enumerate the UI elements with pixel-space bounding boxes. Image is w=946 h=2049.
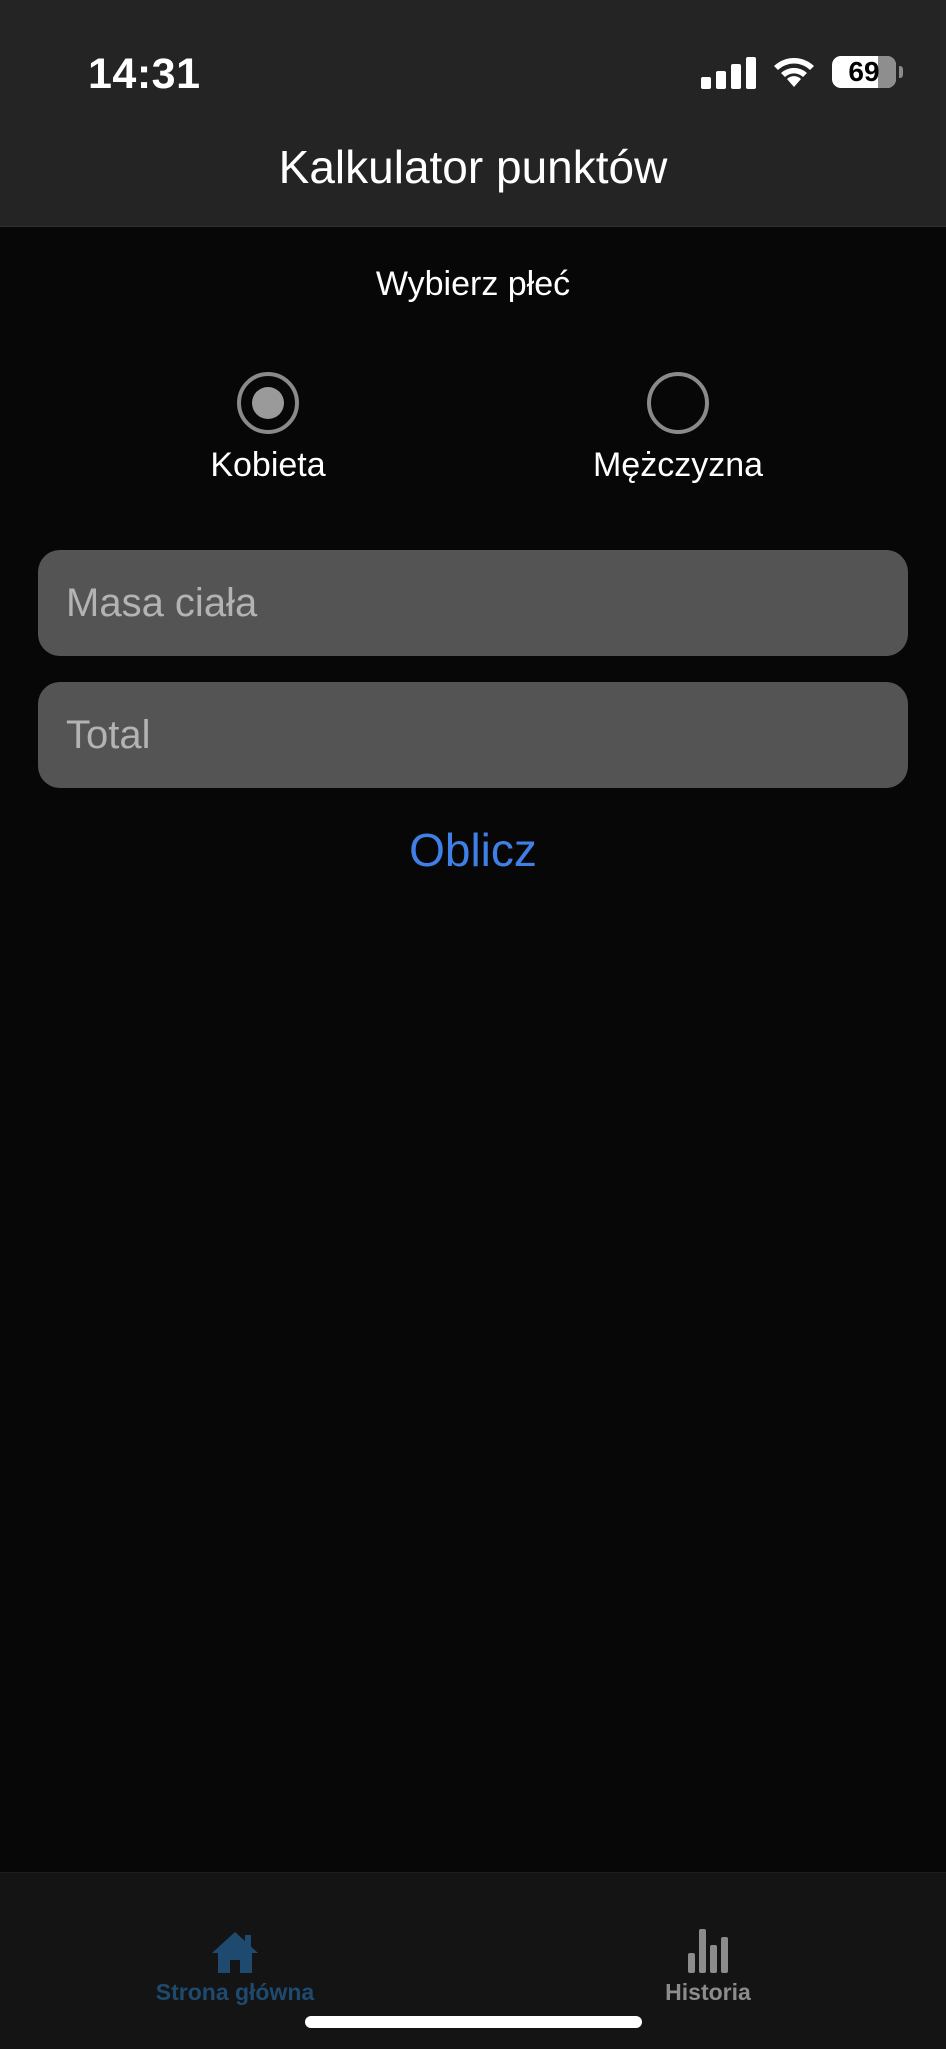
status-icons: 69 <box>701 52 903 92</box>
radio-male-label: Mężczyzna <box>592 446 764 484</box>
home-icon <box>85 1923 385 1975</box>
tab-home[interactable]: Strona główna <box>85 1923 385 2006</box>
home-indicator <box>305 2016 642 2028</box>
radio-female-label: Kobieta <box>210 446 326 484</box>
status-time: 14:31 <box>88 50 201 98</box>
calculate-button[interactable]: Oblicz <box>0 822 946 878</box>
gender-label: Wybierz płeć <box>375 265 571 303</box>
bar-chart-icon <box>558 1923 858 1975</box>
tab-home-label: Strona główna <box>155 1979 315 2005</box>
signal-icon <box>701 55 756 89</box>
battery-icon: 69 <box>832 56 903 88</box>
radio-male[interactable]: Mężczyzna <box>558 372 798 485</box>
body-mass-input[interactable] <box>38 550 908 656</box>
page-title: Kalkulator punktów <box>278 141 668 193</box>
radio-female-circle[interactable] <box>237 372 299 434</box>
wifi-icon <box>774 58 814 87</box>
battery-level: 69 <box>848 56 880 87</box>
radio-female[interactable]: Kobieta <box>148 372 388 485</box>
radio-male-circle[interactable] <box>647 372 709 434</box>
tab-history-label: Historia <box>665 1979 751 2005</box>
radio-selected-dot <box>252 387 284 419</box>
tab-history[interactable]: Historia <box>558 1923 858 2006</box>
total-input[interactable] <box>38 682 908 788</box>
header: 14:31 69 Kalkulator punktów <box>0 0 946 227</box>
